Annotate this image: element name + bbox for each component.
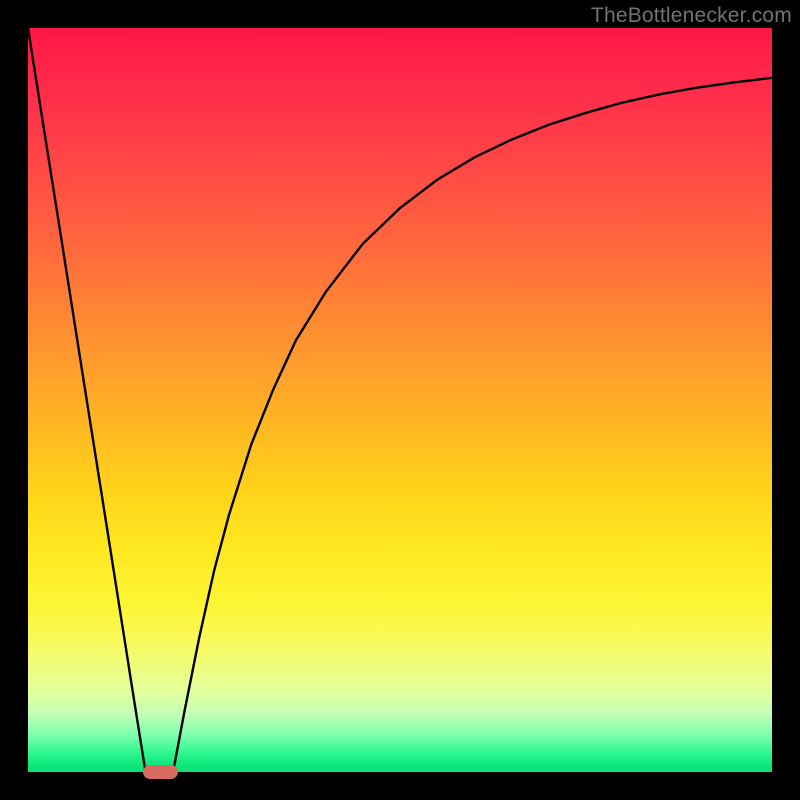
watermark-text: TheBottlenecker.com (591, 4, 792, 28)
minimum-marker (143, 765, 178, 779)
curve-right-branch (173, 78, 772, 772)
plot-area (28, 28, 772, 772)
curve-left-branch (28, 28, 146, 772)
chart-frame: TheBottlenecker.com (0, 0, 800, 800)
curve-layer (28, 28, 772, 772)
